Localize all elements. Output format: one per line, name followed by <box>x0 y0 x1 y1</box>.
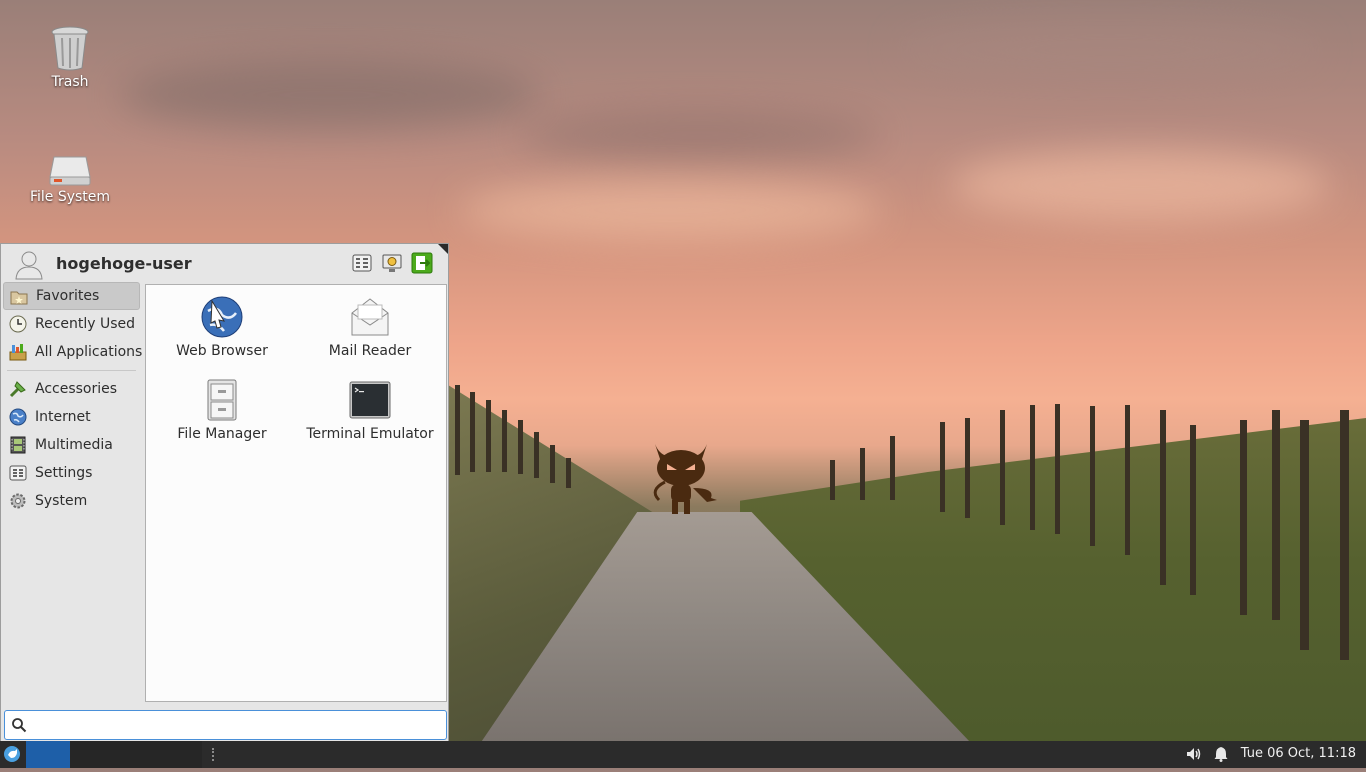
taskbar-panel: Tue 06 Oct, 11:18 <box>0 741 1366 768</box>
whisker-menu: hogehoge-user Favorites Recently Used Al… <box>0 243 449 742</box>
search-icon <box>12 718 27 733</box>
lock-screen-button[interactable] <box>381 252 403 274</box>
category-label: System <box>35 493 88 509</box>
volume-icon[interactable] <box>1186 746 1202 762</box>
accessories-icon <box>9 381 26 398</box>
all-apps-icon <box>9 344 27 361</box>
hard-drive-icon <box>49 156 91 186</box>
desktop-icon-file-system[interactable]: File System <box>15 155 125 205</box>
category-label: Multimedia <box>35 437 113 453</box>
username: hogehoge-user <box>56 254 192 273</box>
category-separator <box>7 370 136 371</box>
category-recently-used[interactable]: Recently Used <box>3 310 140 338</box>
lock-screen-icon <box>382 254 402 272</box>
mail-reader-icon <box>351 298 389 336</box>
settings-manager-icon <box>352 254 372 272</box>
file-cabinet-icon <box>207 379 237 421</box>
panel-clock[interactable]: Tue 06 Oct, 11:18 <box>1241 746 1356 761</box>
terminal-icon <box>349 381 391 419</box>
globe-icon <box>9 408 27 426</box>
menu-header: hogehoge-user <box>11 246 441 282</box>
workspace-3[interactable] <box>114 741 158 768</box>
app-file-manager[interactable]: File Manager <box>148 378 296 442</box>
category-all-applications[interactable]: All Applications <box>3 338 143 366</box>
bsd-devil-mascot <box>653 444 717 514</box>
category-accessories[interactable]: Accessories <box>3 375 140 403</box>
star-folder-icon <box>10 291 28 305</box>
app-web-browser[interactable]: Web Browser <box>148 295 296 359</box>
app-label: File Manager <box>177 426 267 442</box>
search-input[interactable] <box>31 713 445 739</box>
workspace-4[interactable] <box>158 741 202 768</box>
category-label: All Applications <box>35 344 143 360</box>
category-multimedia[interactable]: Multimedia <box>3 431 140 459</box>
settings-icon <box>9 465 27 481</box>
app-mail-reader[interactable]: Mail Reader <box>296 295 444 359</box>
category-internet[interactable]: Internet <box>3 403 140 431</box>
category-label: Favorites <box>36 288 100 304</box>
clock-icon <box>9 315 27 333</box>
app-label: Web Browser <box>176 343 268 359</box>
category-label: Recently Used <box>35 316 136 332</box>
whisker-menu-button[interactable] <box>0 741 26 768</box>
category-label: Internet <box>35 409 91 425</box>
search-box[interactable] <box>4 710 447 740</box>
app-label: Terminal Emulator <box>306 426 434 442</box>
workspace-1[interactable] <box>26 741 70 768</box>
application-grid: Web Browser Mail Reader File Manager Ter… <box>145 284 447 702</box>
film-icon <box>10 436 26 454</box>
category-settings[interactable]: Settings <box>3 459 140 487</box>
app-label: Mail Reader <box>328 343 412 359</box>
log-out-button[interactable] <box>411 252 433 274</box>
trash-icon <box>51 26 89 71</box>
category-label: Settings <box>35 465 93 481</box>
desktop-icon-label: Trash <box>51 74 89 90</box>
settings-manager-button[interactable] <box>351 252 373 274</box>
notification-bell-icon[interactable] <box>1213 746 1229 762</box>
category-label: Accessories <box>35 381 118 397</box>
panel-separator-handle <box>212 748 216 761</box>
workspace-2[interactable] <box>70 741 114 768</box>
xfce-mouse-icon <box>4 746 20 762</box>
desktop-icon-label: File System <box>29 189 111 205</box>
log-out-icon <box>411 252 433 274</box>
gear-icon <box>10 493 26 509</box>
user-avatar-icon <box>15 251 43 280</box>
category-list: Favorites Recently Used All Applications <box>3 282 143 515</box>
category-system[interactable]: System <box>3 487 140 515</box>
web-browser-icon <box>201 296 243 338</box>
category-favorites[interactable]: Favorites <box>3 282 140 310</box>
app-terminal-emulator[interactable]: Terminal Emulator <box>296 378 444 442</box>
desktop-icon-trash[interactable]: Trash <box>15 24 125 90</box>
